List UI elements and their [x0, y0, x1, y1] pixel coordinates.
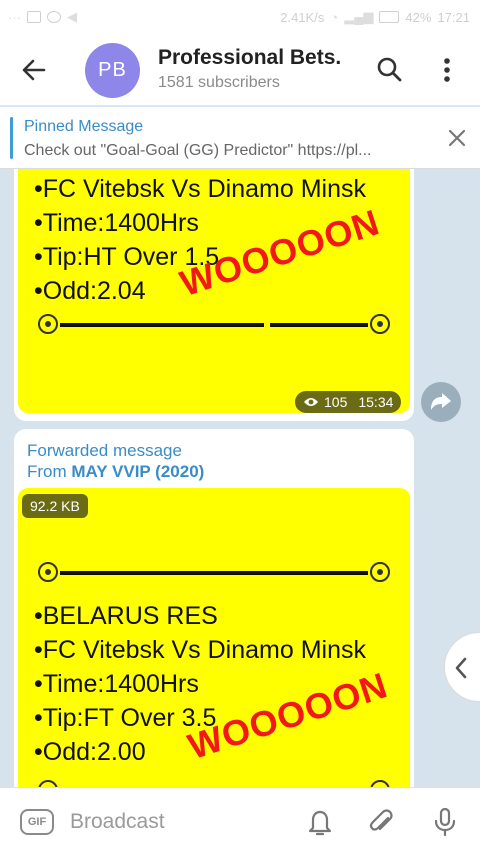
arrow-left-icon — [22, 59, 46, 81]
share-arrow-icon — [431, 393, 451, 410]
forwarded-from-prefix: From — [27, 462, 72, 481]
broadcast-input[interactable]: Broadcast — [70, 810, 165, 834]
message-meta: 105 15:34 — [295, 391, 402, 413]
pinned-message-bar[interactable]: Pinned Message Check out "Goal-Goal (GG)… — [0, 107, 480, 169]
file-size-badge[interactable]: 92.2 KB — [22, 494, 88, 518]
message-line: •Time:1400Hrs — [34, 209, 199, 237]
mute-button[interactable] — [305, 806, 335, 838]
status-left-icons: ··· ◀ — [8, 9, 77, 25]
forwarded-from-name[interactable]: MAY VVIP (2020) — [71, 462, 204, 481]
divider — [60, 323, 264, 327]
message-line: •FC Vitebsk Vs Dinamo Minsk — [34, 636, 366, 664]
image-icon — [27, 11, 41, 23]
more-vert-icon — [444, 58, 450, 82]
ornament-icon — [370, 314, 390, 334]
network-speed: 2.41K/s — [280, 9, 325, 25]
divider — [270, 323, 368, 327]
send-icon: ◀ — [67, 9, 77, 24]
back-button[interactable] — [18, 54, 50, 86]
message-line: •FC Vitebsk Vs Dinamo Minsk — [34, 175, 366, 203]
battery-level: 42% — [405, 9, 432, 25]
bell-icon — [308, 810, 332, 836]
message-line: •BELARUS RES — [34, 602, 218, 630]
cellular-icon: ▂▄▆ — [344, 9, 374, 24]
microphone-icon — [434, 807, 456, 837]
more-menu-button[interactable] — [434, 54, 460, 86]
channel-title[interactable]: Professional Bets. — [158, 46, 341, 70]
pinned-title: Pinned Message — [24, 118, 144, 135]
view-count: 105 — [324, 394, 348, 410]
share-button[interactable] — [421, 382, 461, 422]
close-icon — [448, 129, 466, 147]
voice-button[interactable] — [430, 806, 460, 838]
ornament-icon — [38, 562, 58, 582]
message-time: 15:34 — [358, 394, 394, 410]
chevron-left-icon — [455, 657, 467, 679]
message-bubble[interactable]: •FC Vitebsk Vs Dinamo Minsk •Time:1400Hr… — [14, 169, 414, 421]
composer-bar: GIF Broadcast — [0, 787, 480, 853]
status-bar: ··· ◀ 2.41K/s ◔ ▂▄▆ 42% 17:21 — [0, 0, 480, 34]
eye-icon — [304, 398, 318, 406]
whatsapp-icon — [47, 11, 61, 23]
message-image[interactable]: •FC Vitebsk Vs Dinamo Minsk •Time:1400Hr… — [18, 169, 410, 413]
chat-header: PB Professional Bets. 1581 subscribers — [0, 34, 480, 106]
message-image[interactable]: •BELARUS RES •FC Vitebsk Vs Dinamo Minsk… — [18, 488, 410, 809]
wifi-icon: ◔ — [330, 9, 339, 25]
gif-button[interactable]: GIF — [20, 809, 54, 835]
pinned-text: Check out "Goal-Goal (GG) Predictor" htt… — [24, 142, 372, 159]
paperclip-icon — [369, 809, 393, 831]
forwarded-from[interactable]: From MAY VVIP (2020) — [27, 462, 204, 482]
message-line: •Odd:2.00 — [34, 738, 146, 766]
forwarded-label: Forwarded message — [27, 441, 182, 460]
close-pinned-button[interactable] — [444, 125, 470, 151]
status-right: 2.41K/s ◔ ▂▄▆ 42% 17:21 — [280, 9, 470, 25]
subscriber-count: 1581 subscribers — [158, 74, 280, 91]
battery-icon — [379, 11, 400, 23]
channel-avatar[interactable]: PB — [85, 43, 140, 98]
ornament-icon — [370, 562, 390, 582]
message-line: •Time:1400Hrs — [34, 670, 199, 698]
search-button[interactable] — [374, 54, 406, 86]
clock: 17:21 — [437, 9, 470, 25]
ornament-icon — [38, 314, 58, 334]
signal-icon: ··· — [8, 9, 21, 25]
forwarded-message-bubble[interactable]: Forwarded message From MAY VVIP (2020) •… — [14, 429, 414, 809]
file-size: 92.2 KB — [30, 498, 80, 514]
scroll-side-button[interactable] — [444, 632, 480, 702]
pinned-accent-bar — [10, 117, 13, 159]
attach-button[interactable] — [366, 806, 396, 838]
divider — [60, 571, 368, 575]
message-line: •Odd:2.04 — [34, 277, 146, 305]
search-icon — [377, 57, 402, 82]
